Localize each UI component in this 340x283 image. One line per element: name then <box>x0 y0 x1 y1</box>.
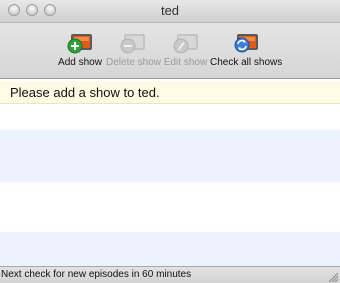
status-bar: Next check for new episodes in 60 minute… <box>0 266 340 283</box>
app-window: ted Add show Delete show Edit show Check… <box>0 0 340 283</box>
list-row <box>0 156 340 182</box>
list-row <box>0 208 340 234</box>
list-row <box>0 182 340 208</box>
add-show-button[interactable]: Add show <box>58 29 102 68</box>
check-all-shows-icon <box>234 34 258 53</box>
list-row <box>0 104 340 130</box>
list-row <box>0 232 340 266</box>
delete-show-button[interactable]: Delete show <box>106 29 162 68</box>
list-row <box>0 130 340 156</box>
window-title: ted <box>160 3 180 18</box>
resize-grip-icon[interactable] <box>328 272 339 283</box>
check-all-shows-button[interactable]: Check all shows <box>210 29 282 68</box>
empty-message-row: Please add a show to ted. <box>0 81 340 104</box>
add-show-label: Add show <box>58 57 102 68</box>
toolbar: Add show Delete show Edit show Check all… <box>0 23 340 79</box>
status-text: Next check for new episodes in 60 minute… <box>1 269 192 280</box>
delete-show-label: Delete show <box>106 57 162 68</box>
check-all-shows-label: Check all shows <box>210 57 283 68</box>
edit-show-icon <box>173 34 198 54</box>
add-show-icon <box>67 34 92 54</box>
edit-show-button[interactable]: Edit show <box>163 29 208 68</box>
delete-show-icon <box>120 34 145 54</box>
edit-show-label: Edit show <box>163 57 208 68</box>
show-list[interactable]: Please add a show to ted. <box>0 79 340 266</box>
title-bar[interactable]: ted <box>0 0 340 23</box>
empty-message: Please add a show to ted. <box>10 85 160 100</box>
